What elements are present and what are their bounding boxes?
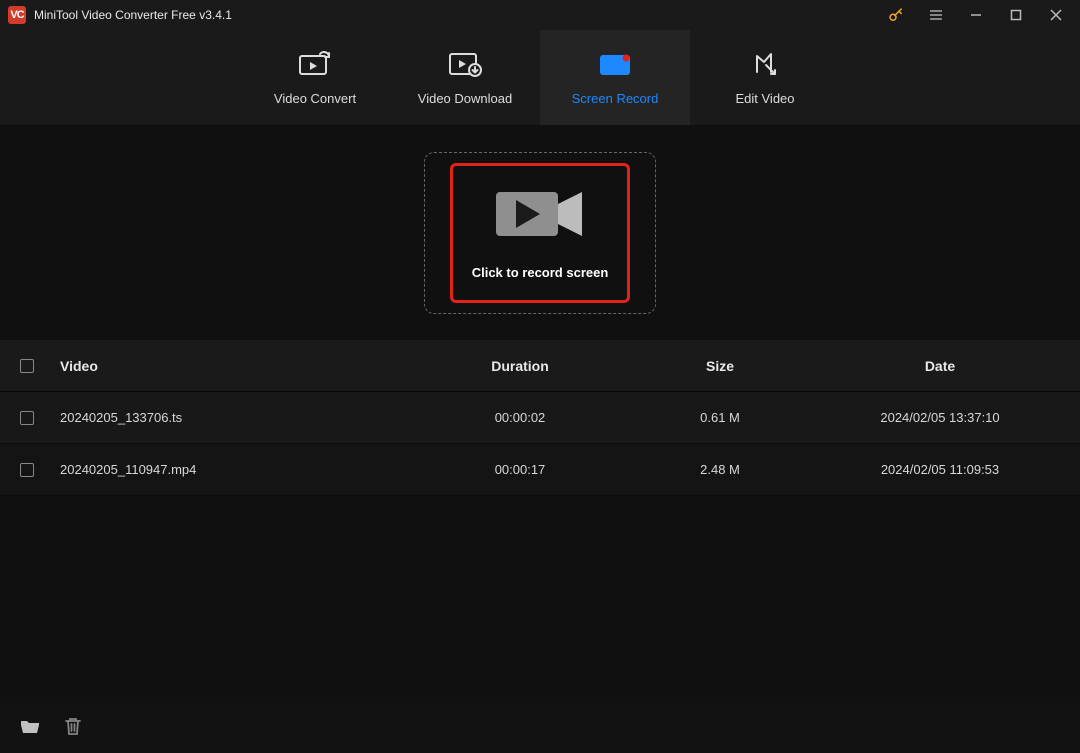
camera-icon xyxy=(492,186,588,247)
tab-label: Video Convert xyxy=(274,91,356,106)
tab-video-convert[interactable]: Video Convert xyxy=(240,30,390,125)
cell-size: 2.48 M xyxy=(620,462,820,477)
delete-button[interactable] xyxy=(64,716,82,741)
cell-video: 20240205_133706.ts xyxy=(60,410,420,425)
record-dropzone: Click to record screen xyxy=(424,152,656,314)
title-bar: VC MiniTool Video Converter Free v3.4.1 xyxy=(0,0,1080,30)
record-screen-button[interactable]: Click to record screen xyxy=(450,163,630,303)
tab-label: Screen Record xyxy=(572,91,659,106)
row-checkbox[interactable] xyxy=(20,463,34,477)
cell-size: 0.61 M xyxy=(620,410,820,425)
upgrade-key-icon[interactable] xyxy=(876,0,916,30)
cell-duration: 00:00:17 xyxy=(420,462,620,477)
cell-duration: 00:00:02 xyxy=(420,410,620,425)
table-header: Video Duration Size Date xyxy=(0,340,1080,392)
window-title: MiniTool Video Converter Free v3.4.1 xyxy=(34,8,232,22)
convert-icon xyxy=(298,49,332,79)
col-header-size: Size xyxy=(620,358,820,374)
table-row[interactable]: 20240205_110947.mp4 00:00:17 2.48 M 2024… xyxy=(0,444,1080,496)
empty-area xyxy=(0,496,1080,703)
row-checkbox[interactable] xyxy=(20,411,34,425)
tab-label: Video Download xyxy=(418,91,512,106)
record-area: Click to record screen xyxy=(0,125,1080,340)
tab-edit-video[interactable]: Edit Video xyxy=(690,30,840,125)
download-icon xyxy=(448,49,482,79)
close-button[interactable] xyxy=(1036,0,1076,30)
cell-video: 20240205_110947.mp4 xyxy=(60,462,420,477)
main-content: Click to record screen Video Duration Si… xyxy=(0,125,1080,753)
tab-label: Edit Video xyxy=(735,91,794,106)
tab-video-download[interactable]: Video Download xyxy=(390,30,540,125)
app-window: VC MiniTool Video Converter Free v3.4.1 xyxy=(0,0,1080,753)
edit-icon xyxy=(751,49,779,79)
bottom-toolbar xyxy=(0,703,1080,753)
app-logo-icon: VC xyxy=(8,6,26,24)
cell-date: 2024/02/05 11:09:53 xyxy=(820,462,1060,477)
select-all-checkbox[interactable] xyxy=(20,359,34,373)
minimize-button[interactable] xyxy=(956,0,996,30)
table-row[interactable]: 20240205_133706.ts 00:00:02 0.61 M 2024/… xyxy=(0,392,1080,444)
open-folder-button[interactable] xyxy=(20,717,40,740)
col-header-duration: Duration xyxy=(420,358,620,374)
col-header-date: Date xyxy=(820,358,1060,374)
col-header-video: Video xyxy=(60,358,420,374)
menu-icon[interactable] xyxy=(916,0,956,30)
maximize-button[interactable] xyxy=(996,0,1036,30)
record-label: Click to record screen xyxy=(472,265,609,280)
cell-date: 2024/02/05 13:37:10 xyxy=(820,410,1060,425)
main-tabs: Video Convert Video Download Screen Reco… xyxy=(0,30,1080,125)
tab-screen-record[interactable]: Screen Record xyxy=(540,30,690,125)
record-icon xyxy=(598,49,632,79)
